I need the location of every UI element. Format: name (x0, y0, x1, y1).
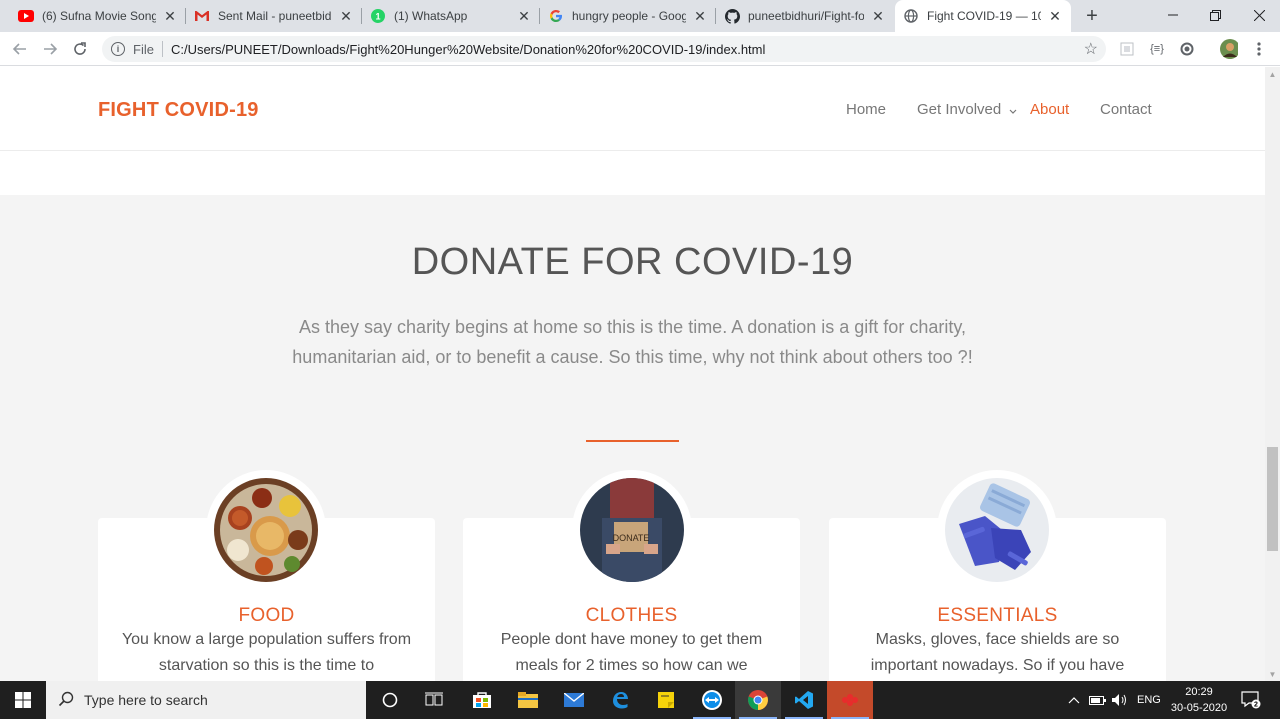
nav-about[interactable]: About (1030, 101, 1069, 118)
windows-start-icon[interactable] (0, 681, 46, 719)
accent-divider (586, 440, 679, 442)
section-description: As they say charity begins at home so th… (292, 317, 973, 367)
menu-kebab-icon[interactable] (1250, 40, 1268, 58)
battery-icon[interactable] (1089, 681, 1107, 719)
close-tab-icon[interactable]: ✕ (162, 8, 178, 25)
chrome-icon[interactable] (735, 681, 781, 719)
clock-date: 30-05-2020 (1170, 702, 1228, 714)
chevron-down-icon (1009, 102, 1017, 119)
page-scrollbar[interactable]: ▲ ▼ (1265, 67, 1280, 681)
restore-icon[interactable] (1194, 0, 1236, 30)
back-arrow-icon[interactable] (9, 38, 31, 60)
card-title: ESSENTIALS (937, 605, 1058, 626)
close-tab-icon[interactable]: ✕ (1047, 8, 1063, 25)
google-icon (548, 8, 564, 24)
nav-contact[interactable]: Contact (1100, 101, 1152, 118)
microsoft-store-icon[interactable] (459, 681, 505, 719)
teamviewer-icon[interactable] (689, 681, 735, 719)
svg-text:1: 1 (375, 12, 380, 22)
tab-strip: (6) Sufna Movie Songs ✕ Sent Mail - pune… (0, 0, 1280, 32)
edge-icon[interactable] (597, 681, 643, 719)
section-title: DONATE FOR COVID-19 (411, 241, 854, 283)
browser-toolbar: i File C:/Users/PUNEET/Downloads/Fight%2… (0, 32, 1280, 66)
close-tab-icon[interactable]: ✕ (338, 8, 354, 25)
close-window-icon[interactable] (1238, 0, 1280, 30)
search-icon (58, 691, 74, 710)
tab-title: (1) WhatsApp (394, 9, 468, 23)
taskbar-search-box[interactable]: Type here to search (46, 681, 366, 719)
sticky-notes-icon[interactable] (643, 681, 689, 719)
tab-title: puneetbidhuri/Fight-fo (748, 9, 864, 23)
site-brand[interactable]: FIGHT COVID-19 (98, 99, 259, 122)
globe-icon (903, 8, 919, 24)
scroll-up-arrow-icon[interactable]: ▲ (1268, 70, 1277, 79)
page-viewport: FIGHT COVID-19 Home Get Involved About C… (0, 67, 1265, 681)
browser-tab[interactable]: (6) Sufna Movie Songs ✕ (10, 0, 186, 32)
browser-tab[interactable]: Sent Mail - puneetbidh ✕ (186, 0, 362, 32)
language-indicator[interactable]: ENG (1137, 681, 1161, 719)
cortana-icon[interactable] (367, 681, 413, 719)
vscode-icon[interactable] (781, 681, 827, 719)
notification-count: 2 (1254, 702, 1258, 709)
card-text: People dont have money to get them meals… (500, 631, 763, 674)
app-icon[interactable] (827, 681, 873, 719)
masks-gloves-image (937, 470, 1057, 590)
tab-title: hungry people - Googl (572, 9, 686, 23)
close-tab-icon[interactable]: ✕ (692, 8, 708, 25)
minimize-icon[interactable] (1152, 0, 1194, 30)
file-explorer-icon[interactable] (505, 681, 551, 719)
scroll-down-arrow-icon[interactable]: ▼ (1268, 670, 1277, 679)
new-tab-button[interactable]: + (1082, 4, 1102, 28)
card-title: FOOD (238, 605, 295, 626)
json-viewer-icon[interactable]: {≡} (1148, 40, 1166, 58)
tab-title: (6) Sufna Movie Songs (42, 9, 156, 23)
tray-chevron-up-icon[interactable] (1068, 681, 1080, 719)
close-tab-icon[interactable]: ✕ (516, 8, 532, 25)
scheme-label: File (133, 41, 154, 57)
tab-title: Fight COVID-19 — 100 (927, 9, 1041, 23)
card-title: CLOTHES (585, 605, 678, 626)
whatsapp-icon: 1 (370, 8, 386, 24)
windows-taskbar: Type here to search ENG 20:29 30-05-2020… (0, 681, 1280, 719)
food-thali-image (206, 470, 326, 590)
scrollbar-thumb[interactable] (1267, 447, 1278, 551)
gmail-icon (194, 8, 210, 24)
tab-title: Sent Mail - puneetbidh (218, 9, 332, 23)
url-text[interactable]: C:/Users/PUNEET/Downloads/Fight%20Hunger… (171, 42, 765, 57)
browser-tab[interactable]: puneetbidhuri/Fight-fo ✕ (716, 0, 894, 32)
search-placeholder: Type here to search (84, 692, 208, 708)
address-bar[interactable]: i File C:/Users/PUNEET/Downloads/Fight%2… (102, 36, 1106, 62)
notifications-icon[interactable]: 2 (1241, 681, 1261, 719)
nav-home[interactable]: Home (846, 101, 886, 118)
taskbar-clock[interactable]: 20:29 30-05-2020 (1166, 684, 1232, 716)
donate-section: DONATE FOR COVID-19 As they say charity … (0, 195, 1265, 681)
nav-get-involved-label: Get Involved (917, 101, 1002, 118)
close-tab-icon[interactable]: ✕ (870, 8, 886, 25)
github-icon (724, 8, 740, 24)
info-icon[interactable]: i (111, 42, 125, 56)
browser-tab[interactable]: 1 (1) WhatsApp ✕ (362, 0, 540, 32)
clock-time: 20:29 (1185, 686, 1213, 698)
youtube-icon (18, 8, 34, 24)
profile-avatar[interactable] (1220, 39, 1238, 59)
reload-icon[interactable] (69, 38, 91, 60)
mail-icon[interactable] (551, 681, 597, 719)
site-header: FIGHT COVID-19 Home Get Involved About C… (0, 67, 1265, 151)
card-text: You know a large population suffers from… (121, 631, 412, 674)
browser-tab-active[interactable]: Fight COVID-19 — 100 ✕ (895, 0, 1071, 32)
card-text: Masks, gloves, face shields are so impor… (870, 631, 1125, 674)
donate-sign-image: DONATE (572, 470, 692, 590)
nav-get-involved[interactable]: Get Involved (917, 101, 1017, 119)
task-view-icon[interactable] (411, 681, 457, 719)
extension-icon[interactable] (1118, 40, 1136, 58)
image-caption: DONATE (613, 533, 650, 543)
forward-arrow-icon[interactable] (39, 38, 61, 60)
extension-circle-icon[interactable] (1178, 40, 1196, 58)
browser-tab[interactable]: hungry people - Googl ✕ (540, 0, 716, 32)
bookmark-star-icon[interactable]: ☆ (1084, 39, 1098, 59)
volume-icon[interactable] (1111, 681, 1129, 719)
